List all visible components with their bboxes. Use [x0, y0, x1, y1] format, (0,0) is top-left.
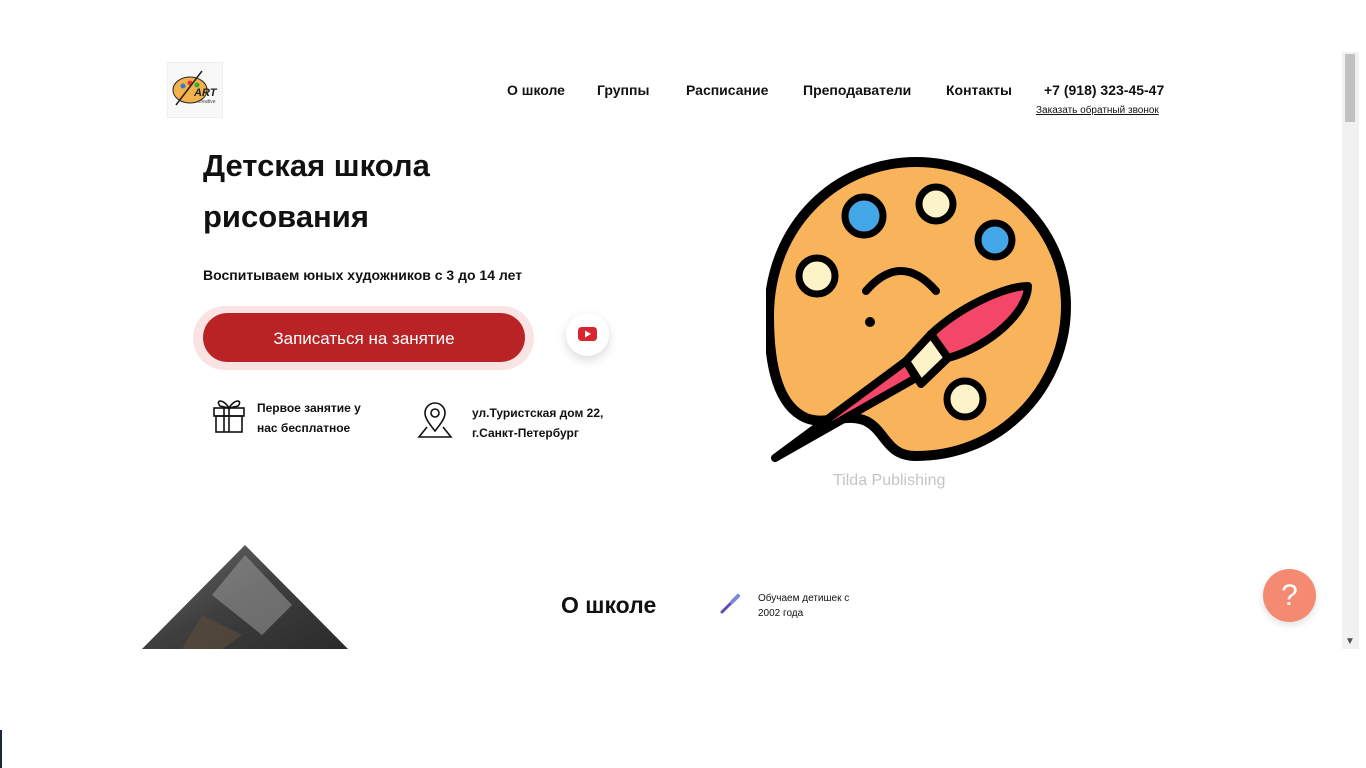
- about-fact-text: Обучаем детишек с 2002 года: [758, 593, 850, 619]
- paintbrush-icon: [720, 594, 740, 614]
- nav-item-about[interactable]: О школе: [507, 82, 565, 98]
- page-viewport: ART creative О школе Группы Расписание П…: [0, 52, 1366, 649]
- scroll-down-arrow-icon[interactable]: ▼: [1345, 636, 1355, 647]
- page-scrollbar[interactable]: ▼: [1342, 52, 1359, 649]
- nav-item-teachers[interactable]: Преподаватели: [803, 82, 911, 98]
- nav-item-schedule[interactable]: Расписание: [686, 82, 768, 98]
- top-band: [0, 0, 1366, 52]
- school-photo: [142, 545, 348, 649]
- school-logo[interactable]: ART creative: [167, 62, 223, 118]
- signup-button[interactable]: Записаться на занятие: [203, 313, 525, 362]
- about-heading: О школе: [561, 592, 657, 618]
- feature-free-lesson-text: Первое занятие у нас бесплатное: [257, 401, 361, 435]
- window-frame-left-bottom: [0, 730, 2, 768]
- nav-item-contacts[interactable]: Контакты: [946, 82, 1012, 98]
- page-title: Детская школа рисования: [203, 148, 430, 234]
- logo-subtext: creative: [198, 99, 216, 105]
- scrollbar-thumb[interactable]: [1345, 54, 1355, 122]
- hero-subtitle: Воспитываем юных художников с 3 до 14 ле…: [203, 267, 523, 283]
- nav-item-groups[interactable]: Группы: [597, 82, 649, 98]
- feature-address-text: ул.Туристская дом 22, г.Санкт-Петербург: [472, 406, 604, 440]
- palette-illustration: [766, 156, 1072, 462]
- map-pin-icon: [417, 402, 453, 438]
- help-chat-button[interactable]: ?: [1263, 569, 1316, 622]
- logo-text: ART: [194, 87, 217, 99]
- video-button[interactable]: [566, 313, 609, 356]
- callback-link[interactable]: Заказать обратный звонок: [1036, 105, 1159, 116]
- phone-link[interactable]: +7 (918) 323-45-47: [1044, 82, 1164, 98]
- image-caption: Tilda Publishing: [833, 472, 946, 489]
- youtube-play-icon: [578, 327, 597, 341]
- gift-icon: [213, 400, 245, 433]
